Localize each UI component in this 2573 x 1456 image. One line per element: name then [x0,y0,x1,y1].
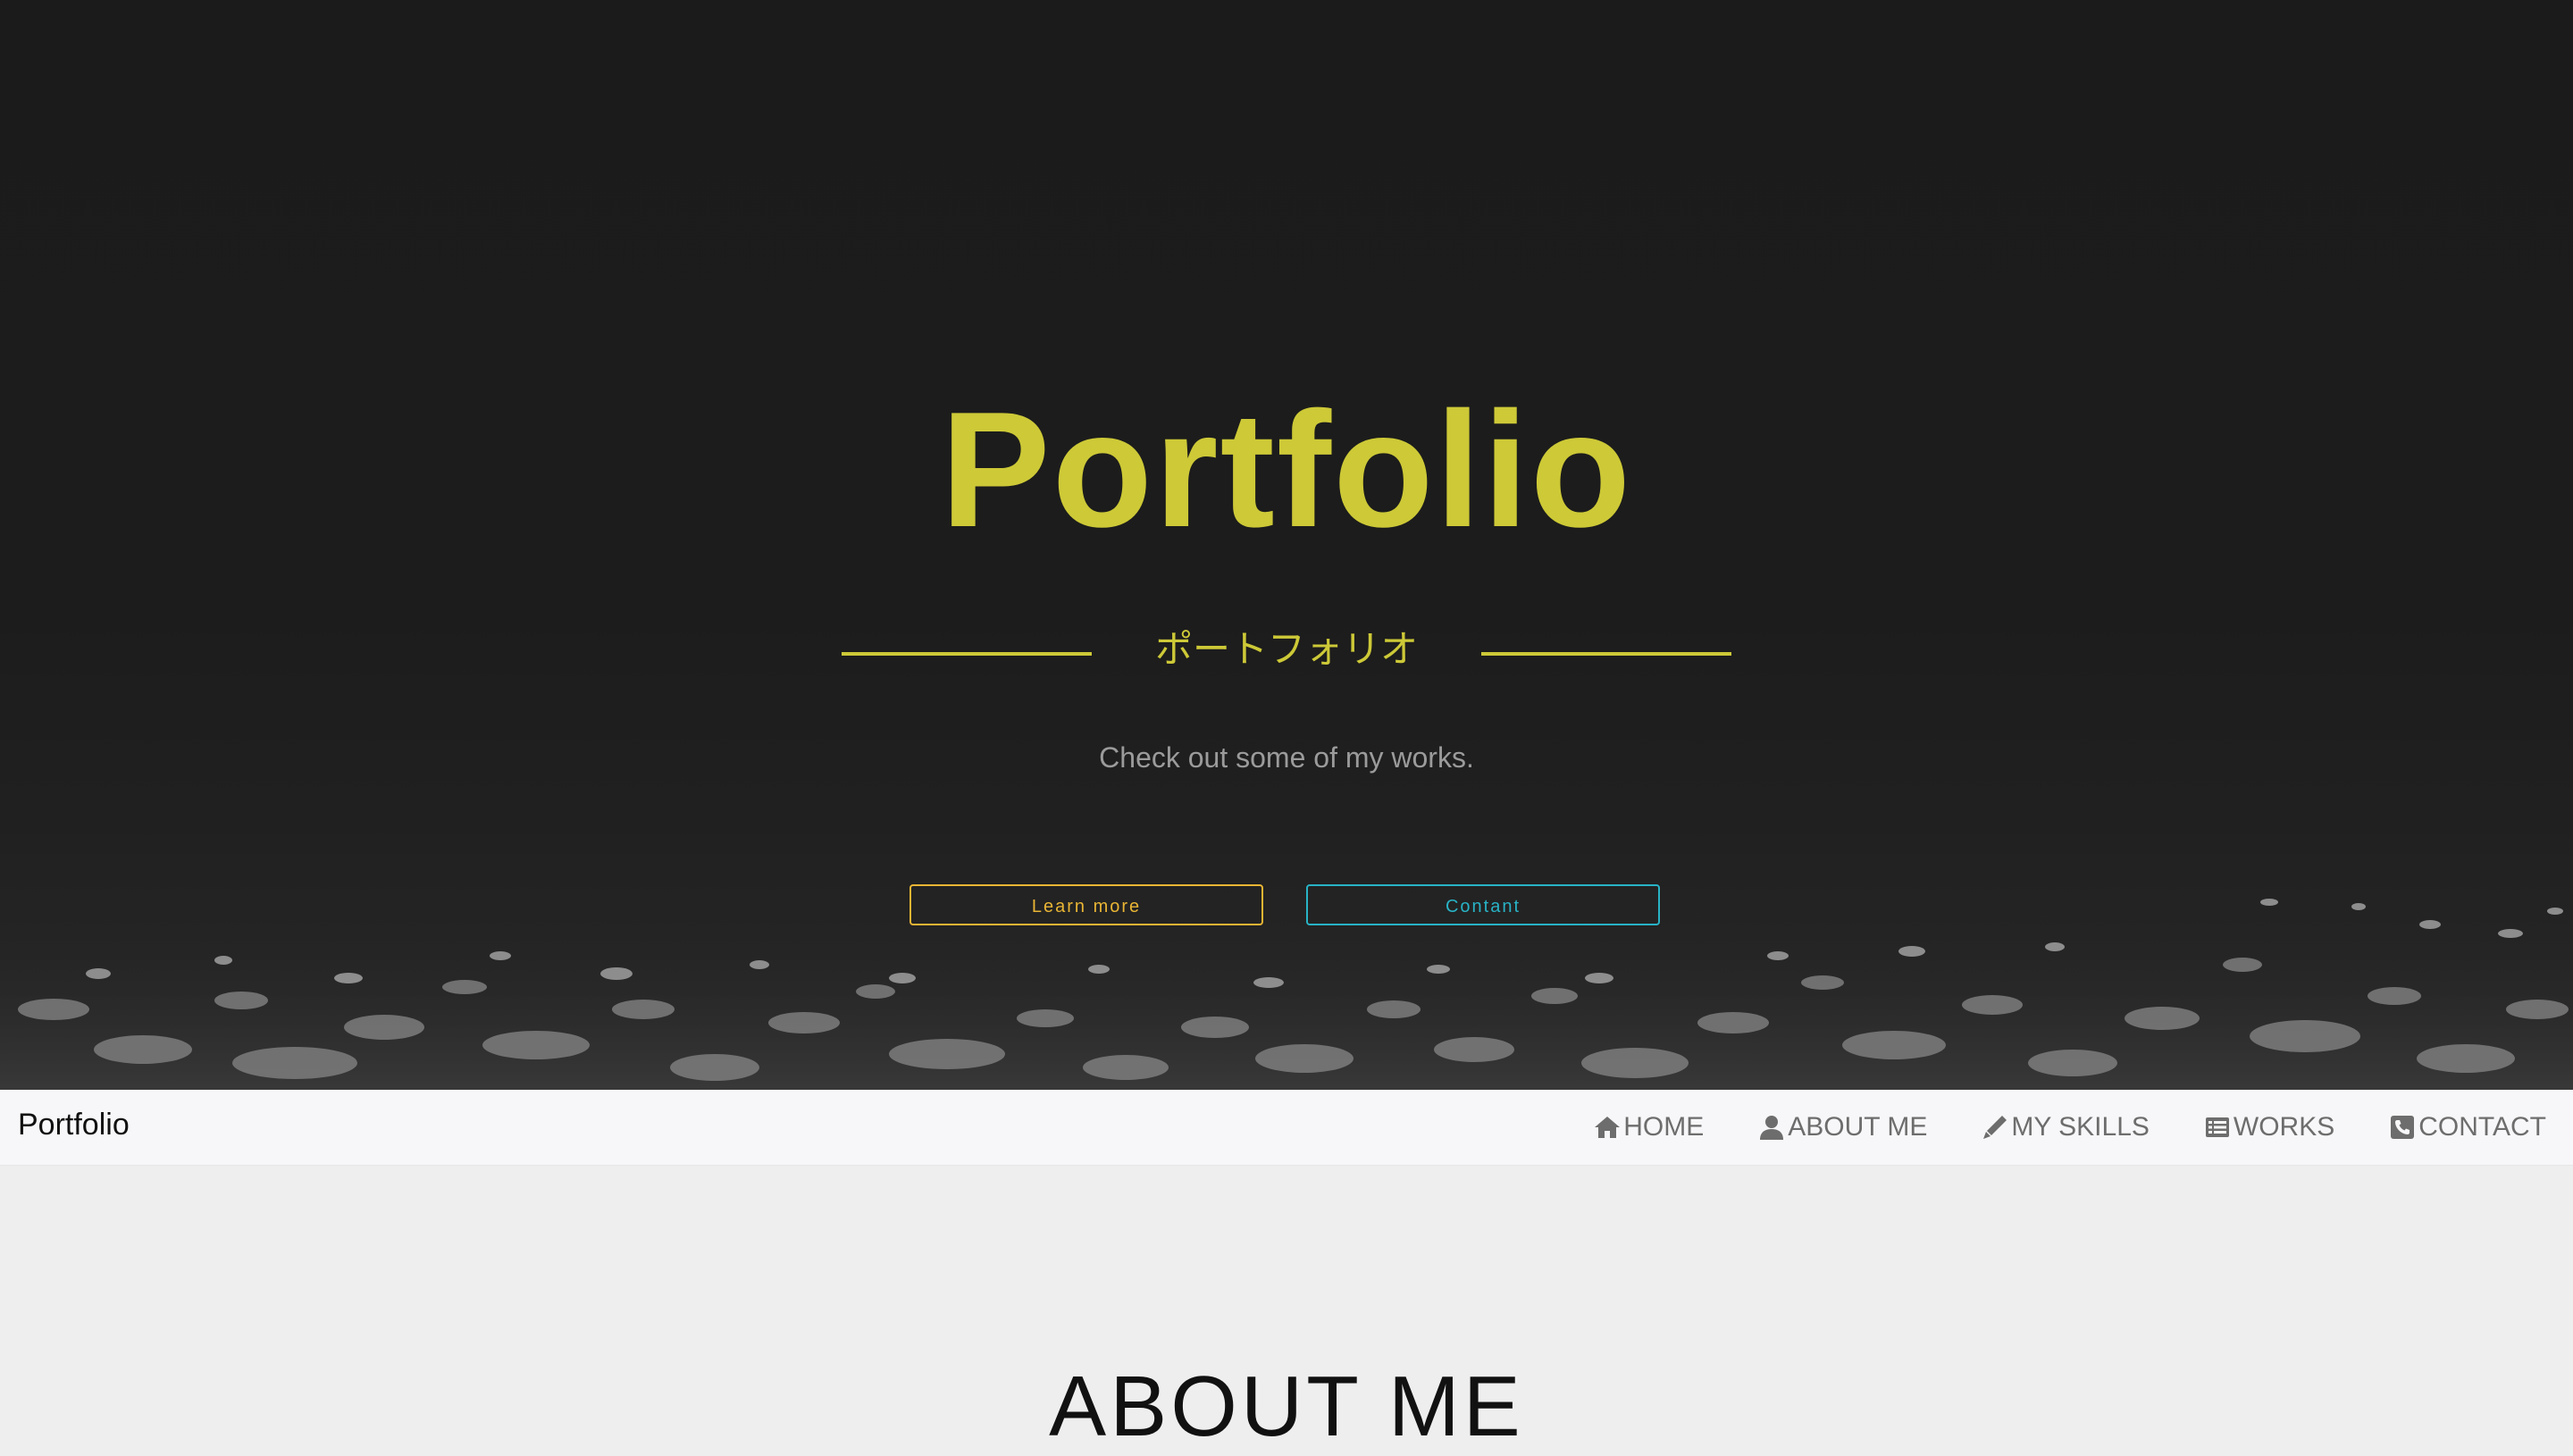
user-icon [1760,1116,1784,1140]
nav-item-label: WORKS [2233,1112,2335,1142]
nav-item-label: MY SKILLS [2011,1112,2150,1142]
nav-item-about[interactable]: ABOUT ME [1757,1090,1927,1165]
hero-subtitle: ポートフォリオ [1154,627,1418,671]
hero-description: Check out some of my works. [1099,741,1474,774]
phone-icon [2391,1116,2415,1139]
nav-item-home[interactable]: HOME [1593,1090,1704,1165]
list-icon [2205,1117,2229,1137]
nav-item-label: HOME [1623,1112,1705,1142]
navbar-brand[interactable]: Portfolio [18,1090,130,1165]
nav-item-label: ABOUT ME [1788,1112,1928,1142]
nav-menu: HOME ABOUT ME MY SKILLS WORKS CONTACT [1539,1090,2546,1165]
pen-icon [1983,1116,2007,1139]
nav-item-works[interactable]: WORKS [2203,1090,2334,1165]
home-icon [1595,1117,1621,1138]
hero-title: Portfolio [940,377,1633,561]
hero-section: Portfolio ポートフォリオ Check out some of my w… [0,0,2573,1090]
nav-item-label: CONTACT [2418,1112,2546,1142]
learn-more-button[interactable]: Learn more [909,884,1263,925]
navbar: Portfolio HOME ABOUT ME MY SKILLS WORKS … [0,1090,2573,1166]
nav-item-contact[interactable]: CONTACT [2388,1090,2546,1165]
about-heading: ABOUT ME [1049,1359,1524,1454]
contact-button[interactable]: Contant [1306,884,1660,925]
nav-item-skills[interactable]: MY SKILLS [1981,1090,2150,1165]
subtitle-rule-right [1481,652,1731,656]
